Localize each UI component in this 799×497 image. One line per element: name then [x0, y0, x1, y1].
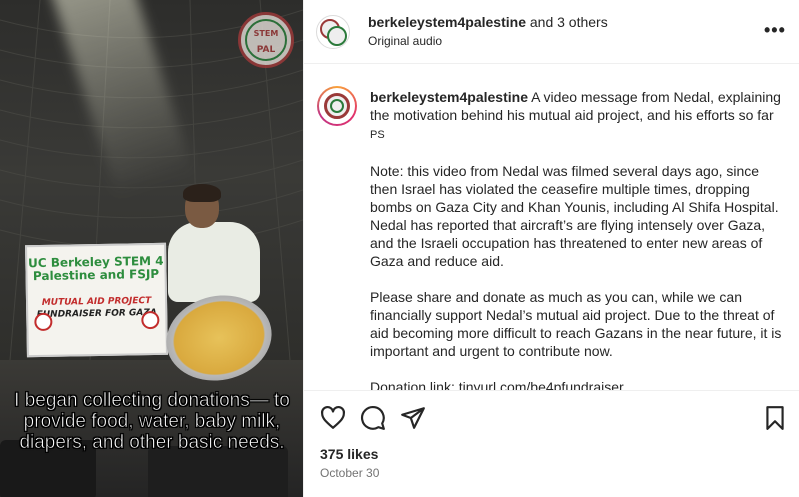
caption-scroll-area[interactable]: berkeleystem4palestine A video message f… [304, 64, 799, 390]
share-icon[interactable] [400, 405, 426, 431]
more-horizontal-icon[interactable]: ••• [764, 20, 786, 41]
banner-seal-icon [34, 312, 53, 332]
caption-note: Note: this video from Nedal was filmed s… [370, 163, 779, 269]
video-caption: I began collecting donations— to provide… [14, 390, 290, 454]
banner-title: UC Berkeley STEM 4 Palestine and FSJP [27, 253, 164, 283]
caption-appeal: Please share and donate as much as you c… [370, 289, 782, 359]
bookmark-icon[interactable] [762, 405, 788, 431]
person-hair [183, 184, 221, 202]
audio-label[interactable]: Original audio [368, 34, 442, 48]
header-usernames[interactable]: berkeleystem4palestine and 3 others [368, 14, 608, 30]
post-header: berkeleystem4palestine and 3 others Orig… [304, 0, 799, 64]
post-date[interactable]: October 30 [320, 466, 379, 480]
post-caption: berkeleystem4palestine A video message f… [370, 88, 790, 390]
caption-ps: PS [370, 129, 385, 141]
author-avatar[interactable] [317, 86, 357, 126]
banner-seal-icon [141, 310, 160, 330]
person [168, 222, 260, 302]
fundraiser-banner: UC Berkeley STEM 4 Palestine and FSJP MU… [25, 242, 168, 358]
action-bar [304, 390, 799, 442]
watermark-text-bottom: PAL [256, 45, 276, 55]
comment-icon[interactable] [360, 405, 386, 431]
likes-count[interactable]: 375 likes [320, 446, 378, 462]
watermark-logo: STEM PAL [238, 12, 294, 68]
collab-suffix[interactable]: and 3 others [526, 14, 608, 30]
watermark-text-top: STEM [253, 29, 279, 38]
post-panel: berkeleystem4palestine and 3 others Orig… [303, 0, 799, 497]
donation-label: Donation link: [370, 379, 459, 390]
heart-icon[interactable] [320, 405, 346, 431]
cooking-pot [148, 446, 288, 497]
caption-username[interactable]: berkeleystem4palestine [370, 89, 528, 105]
video-player[interactable]: STEM PAL UC Berkeley STEM 4 Palestine an… [0, 0, 303, 497]
donation-link[interactable]: tinyurl.com/be4pfundraiser [459, 379, 624, 390]
collab-avatar[interactable] [316, 15, 350, 49]
header-username[interactable]: berkeleystem4palestine [368, 14, 526, 30]
banner-subtitle: MUTUAL AID PROJECT [41, 296, 152, 308]
